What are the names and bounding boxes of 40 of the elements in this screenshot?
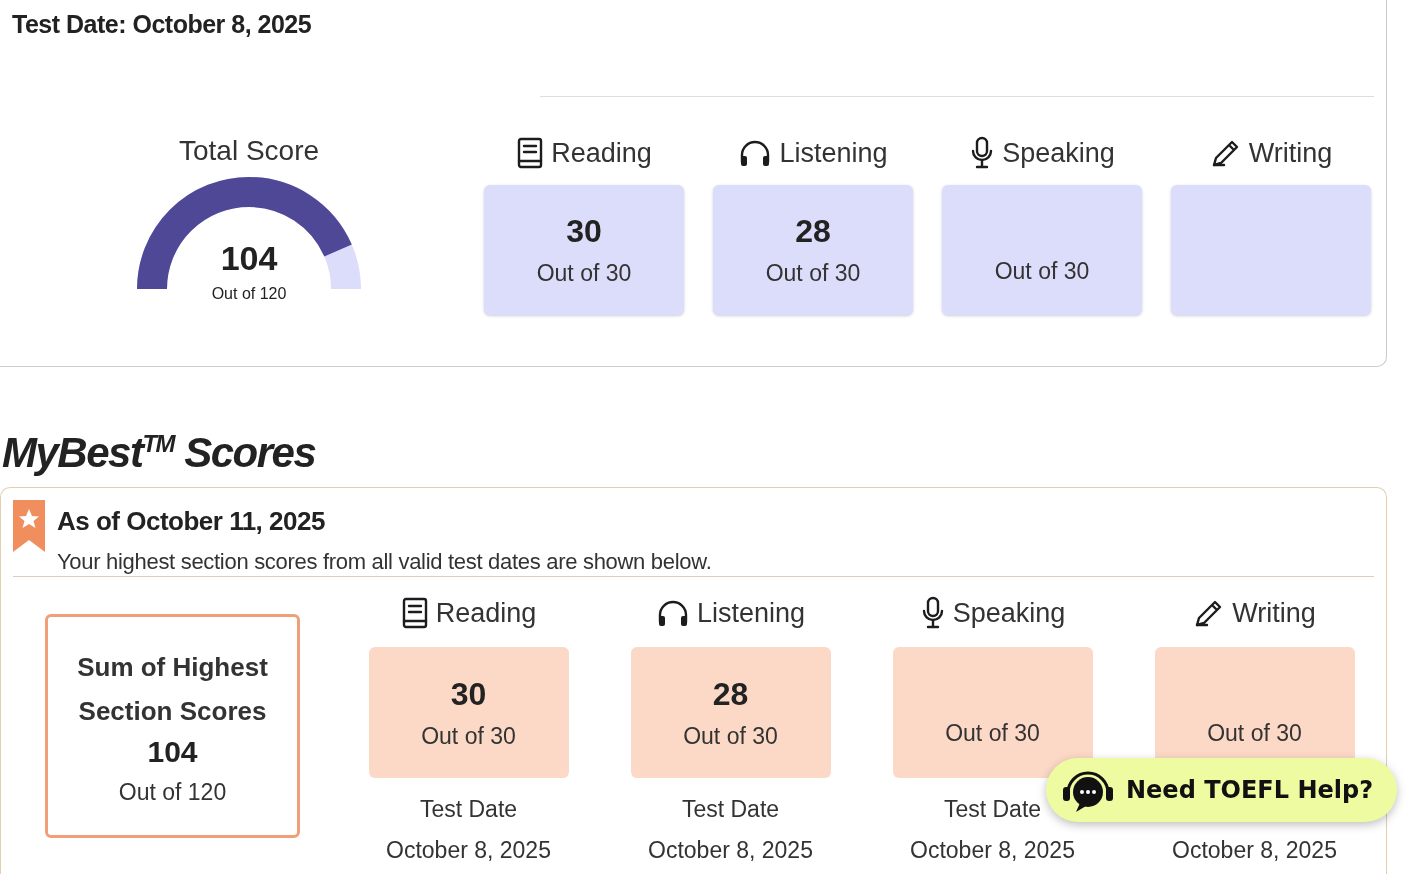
- out-of-label: Out of 30: [1207, 720, 1302, 747]
- out-of-label: Out of 30: [994, 257, 1090, 285]
- test-date-label: Test Date: [681, 796, 780, 822]
- out-of-label: Out of 120: [118, 779, 227, 806]
- out-of-label: Out of 30: [765, 260, 861, 287]
- section-score: 30: [450, 675, 487, 713]
- section-label: Reading: [551, 137, 652, 169]
- section-score: 30: [566, 213, 602, 250]
- section-label: Speaking: [952, 597, 1066, 629]
- test-date: October 8, 2025: [648, 837, 813, 864]
- test-date: October 8, 2025: [386, 837, 551, 864]
- section-heading: MyBest$^{TM}$ Scores: [2, 428, 317, 478]
- sum-score: 104: [147, 735, 198, 769]
- sum-label: Sum of Highest Section Scores: [76, 651, 269, 728]
- section-label: Listening: [696, 597, 806, 629]
- section-label: Reading: [435, 597, 537, 629]
- section-score: 28: [712, 675, 749, 713]
- total-score: 104: [220, 239, 278, 278]
- ribbon-star-icon: [13, 500, 45, 552]
- section-label: Speaking: [1002, 137, 1115, 169]
- section-score: 28: [795, 213, 831, 250]
- out-of-label: Out of 30: [536, 260, 632, 287]
- test-date: October 8, 2025: [910, 837, 1075, 864]
- total-score-label: Total Score: [178, 135, 320, 167]
- description-text: Your highest section scores from all valid test dates are shown below.: [57, 549, 712, 575]
- help-button[interactable]: Need TOEFL Help?: [1046, 758, 1398, 822]
- test-date-label: Test Date: [943, 796, 1042, 822]
- as-of-date: As of October 11, 2025: [57, 506, 326, 537]
- book-icon: [400, 597, 429, 629]
- section-label: Listening: [779, 137, 888, 169]
- out-of-label: Out of 30: [421, 722, 516, 750]
- section-label: Writing: [1232, 597, 1316, 629]
- book-icon: [516, 137, 545, 169]
- total-out-of: Out of 120: [211, 285, 287, 303]
- section-label: Writing: [1248, 137, 1333, 169]
- test-date: October 8, 2025: [1172, 837, 1337, 864]
- out-of-label: Out of 30: [683, 722, 778, 750]
- test-date-label: Test Date: [419, 796, 518, 822]
- test-date: Test Date: October 8, 2025: [11, 9, 313, 40]
- out-of-label: Out of 30: [945, 720, 1040, 747]
